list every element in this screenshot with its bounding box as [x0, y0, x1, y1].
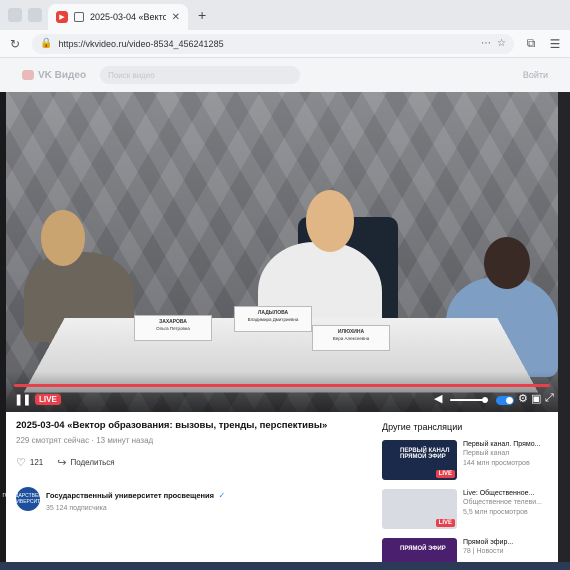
stream-title[interactable]: Первый канал. Прямо...	[463, 440, 540, 449]
volume-slider[interactable]	[450, 399, 484, 401]
live-badge: LIVE	[435, 470, 455, 478]
like-count: 121	[29, 458, 44, 467]
video-actions: ♡ 121 ↪ Поделиться	[16, 456, 115, 469]
channel-avatar[interactable]: ГОСУДАРСТВЕННЫЙ УНИВЕРСИТЕТ	[2, 486, 54, 511]
volume-slider-handle[interactable]	[482, 397, 488, 403]
tab-title: 2025-03-04 «Вектор образо...	[90, 12, 166, 22]
nameplate-1-name: ЗАХАРОВА	[159, 319, 187, 325]
video-title: 2025-03-04 «Вектор образования: вызовы, …	[16, 420, 328, 431]
share-button[interactable]: ↪ Поделиться	[57, 456, 114, 469]
screen-bezel	[558, 92, 570, 562]
login-button[interactable]: Войти	[523, 70, 548, 80]
nameplate-3: ИЛЮХИНА Вера Алексеевна	[312, 325, 390, 351]
nameplate-1: ЗАХАРОВА Ольга Петровна	[134, 315, 212, 341]
workspaces-icon[interactable]	[8, 8, 22, 22]
site-search-input[interactable]: Поиск видео	[100, 66, 301, 84]
vk-video-favicon-icon: ▶	[56, 11, 68, 23]
other-streams-heading: Другие трансляции	[382, 422, 463, 432]
fullscreen-icon[interactable]: ⤢	[545, 392, 554, 405]
stream-views: 5,5 млн просмотров	[463, 508, 528, 516]
stream-thumbnail[interactable]: LIVE	[382, 489, 457, 529]
stream-channel[interactable]: Общественное телеви...	[463, 498, 542, 507]
other-streams: Другие трансляции ПЕРВЫЙ КАНАЛ ПРЯМОЙ ЭФ…	[382, 422, 558, 570]
taskbar-strip	[0, 562, 570, 570]
site-header: VK Видео Поиск видео Войти	[0, 58, 570, 92]
stream-channel[interactable]: 78 | Новости	[463, 547, 513, 556]
nameplate-1-sub: Ольга Петровна	[156, 326, 190, 331]
nameplate-2: ЛАДЫЛОВА Владимира Дмитриевна	[234, 306, 312, 332]
stream-title[interactable]: Live: Общественное...	[463, 489, 542, 498]
video-player[interactable]: ЗАХАРОВА Ольга Петровна ЛАДЫЛОВА Владими…	[6, 92, 558, 412]
nameplate-3-sub: Вера Алексеевна	[332, 336, 370, 341]
new-tab-icon[interactable]: +	[198, 7, 206, 23]
speaker-right-head	[484, 237, 530, 289]
tab-actions-icon[interactable]	[28, 8, 42, 22]
url-text[interactable]: https://vkvideo.ru/video-8534_456241285	[58, 39, 475, 49]
video-details: 2025-03-04 «Вектор образования: вызовы, …	[2, 412, 558, 570]
collections-icon[interactable]: ☰	[548, 37, 562, 51]
live-badge[interactable]: LIVE	[35, 394, 61, 405]
live-badge: LIVE	[435, 519, 455, 527]
autoplay-toggle[interactable]	[496, 396, 514, 405]
pause-icon[interactable]: ❚❚	[14, 393, 31, 406]
speaker-left-head	[41, 210, 85, 266]
thumbnail-text: ПРЯМОЙ ЭФИР	[400, 546, 446, 552]
share-label: Поделиться	[70, 458, 115, 467]
extensions-icon[interactable]: ⧉	[524, 36, 538, 51]
volume-icon[interactable]: ◀	[434, 392, 442, 405]
more-options-icon[interactable]: ⋯	[481, 38, 491, 49]
share-arrow-icon: ↪	[57, 457, 67, 469]
reload-icon[interactable]: ↻	[8, 37, 22, 51]
verified-check-icon: ✓	[218, 491, 226, 500]
picture-in-picture-icon[interactable]: ▣	[531, 392, 541, 405]
lock-icon[interactable]: 🔒	[40, 38, 52, 49]
stream-card[interactable]: ПЕРВЫЙ КАНАЛ ПРЯМОЙ ЭФИР LIVE Первый кан…	[382, 440, 558, 480]
player-controls: ❚❚ LIVE ◀ ⚙ ▣ ⤢	[6, 372, 558, 412]
progress-bar[interactable]	[14, 384, 550, 387]
browser-tab-active[interactable]: ▶ 2025-03-04 «Вектор образо... ✕	[48, 4, 188, 30]
logo-text: VK Видео	[38, 69, 87, 81]
favorite-star-icon[interactable]: ☆	[497, 38, 506, 49]
like-button[interactable]: ♡ 121	[16, 456, 43, 469]
browser-tabbar: ▶ 2025-03-04 «Вектор образо... ✕ +	[0, 0, 570, 30]
channel-info[interactable]: ГОСУДАРСТВЕННЫЙ УНИВЕРСИТЕТ Государствен…	[2, 485, 226, 512]
video-meta: 229 смотрят сейчас · 13 минут назад	[16, 436, 154, 445]
audio-playing-icon[interactable]	[74, 12, 84, 22]
nameplate-3-name: ИЛЮХИНА	[337, 329, 365, 335]
stream-channel[interactable]: Первый канал	[463, 449, 540, 458]
subscriber-count: 35 124 подписчика	[46, 505, 107, 512]
stream-card[interactable]: LIVE Live: Общественное... Общественное …	[382, 489, 558, 529]
vk-logo-icon	[22, 70, 34, 80]
stream-views: 144 млн просмотров	[463, 459, 530, 467]
nameplate-2-name: ЛАДЫЛОВА	[257, 310, 289, 316]
address-bar[interactable]: 🔒 https://vkvideo.ru/video-8534_45624128…	[32, 33, 514, 54]
close-tab-icon[interactable]: ✕	[172, 12, 180, 23]
stream-thumbnail[interactable]: ПЕРВЫЙ КАНАЛ ПРЯМОЙ ЭФИР LIVE	[382, 440, 457, 480]
heart-icon: ♡	[16, 457, 26, 469]
vk-video-logo[interactable]: VK Видео	[22, 70, 86, 81]
speaker-center-head	[306, 190, 354, 252]
channel-name[interactable]: Государственный университет просвещения	[46, 491, 214, 500]
thumbnail-text: ПЕРВЫЙ КАНАЛ ПРЯМОЙ ЭФИР	[400, 448, 450, 460]
stream-title[interactable]: Прямой эфир...	[463, 538, 513, 547]
address-toolbar: ↻ 🔒 https://vkvideo.ru/video-8534_456241…	[0, 30, 570, 58]
nameplate-2-sub: Владимира Дмитриевна	[247, 317, 299, 322]
settings-gear-icon[interactable]: ⚙	[518, 392, 528, 405]
